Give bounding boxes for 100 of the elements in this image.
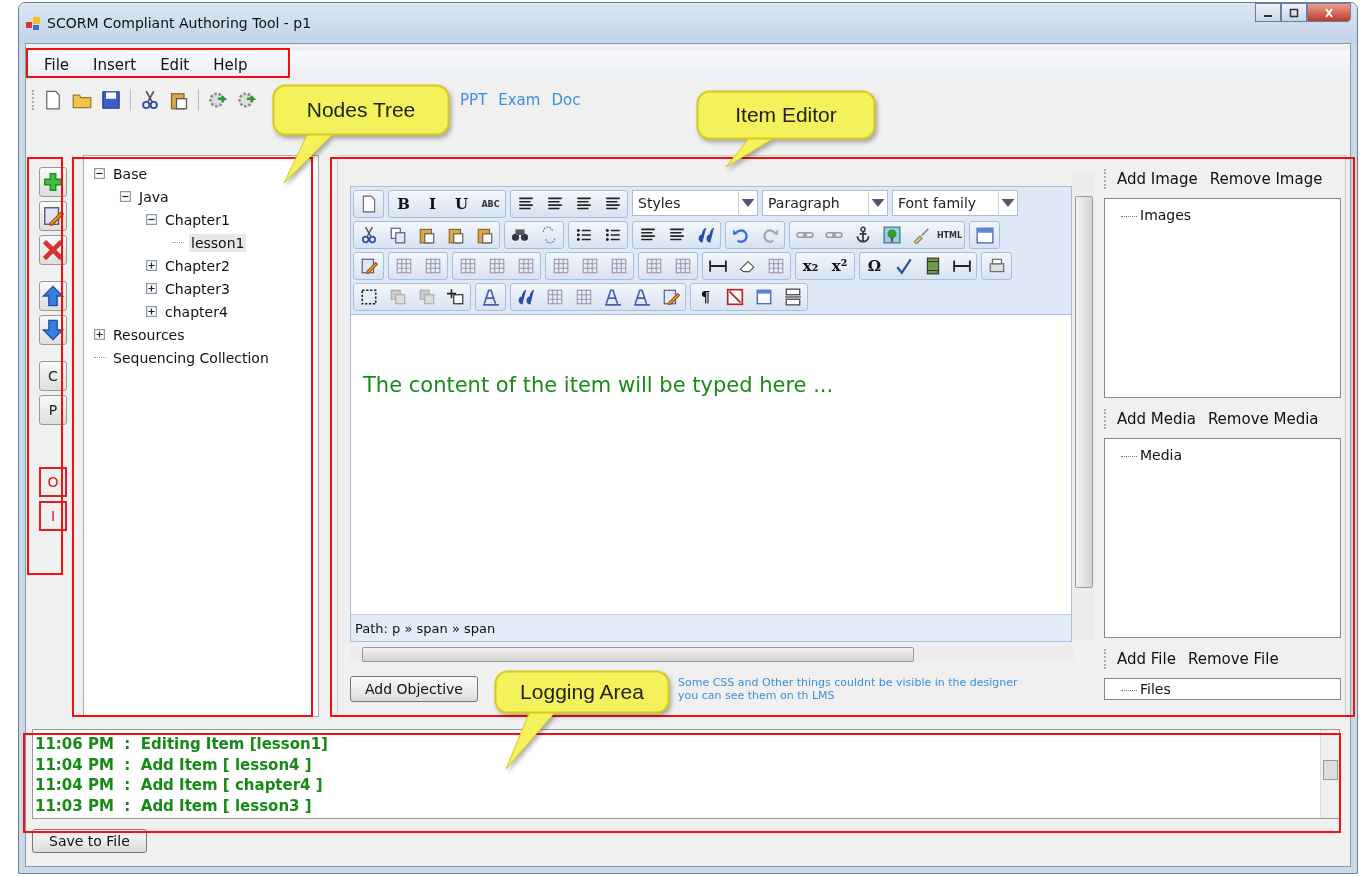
log-entry: 11:04 PM : Add Item [ chapter4 ] — [35, 775, 324, 796]
cross-icon — [42, 239, 64, 261]
close-icon — [1323, 7, 1335, 18]
designer-note: you can see them on th LMS — [677, 689, 836, 702]
dashsq-icon — [359, 288, 378, 306]
element-path: Path: p » span » span — [351, 614, 1071, 641]
quote-icon — [696, 226, 715, 244]
menu-item[interactable]: Edit — [152, 54, 198, 76]
format-button[interactable]: B — [389, 191, 418, 217]
grid-icon — [673, 257, 692, 275]
redbox-icon — [725, 288, 744, 306]
letters-icon — [481, 288, 500, 306]
format-dropdown[interactable]: Font family — [892, 190, 1018, 216]
pencil-icon — [42, 205, 64, 227]
tree-item[interactable]: Media — [1140, 447, 1183, 463]
toolbar-grip[interactable] — [1104, 409, 1109, 429]
copy-icon — [388, 226, 407, 244]
toolbar-grip[interactable] — [32, 90, 37, 110]
list-icon — [603, 226, 622, 244]
letters-icon — [603, 288, 622, 306]
expand-toggle[interactable] — [146, 283, 157, 294]
tree-item[interactable]: Images — [1140, 207, 1192, 223]
format-button[interactable]: U — [447, 191, 476, 217]
dropdown-arrow-icon — [998, 190, 1017, 216]
horizontal-scrollbar[interactable] — [350, 646, 1074, 662]
tree-item[interactable]: Java — [137, 187, 171, 206]
hline-icon — [952, 257, 971, 275]
menu-item[interactable]: Insert — [85, 54, 145, 76]
letter-button[interactable]: O — [39, 467, 67, 497]
maximize-button[interactable] — [1281, 3, 1307, 22]
move-up-button[interactable] — [39, 281, 67, 311]
plusbox-icon — [446, 288, 465, 306]
vertical-scrollbar[interactable] — [1320, 730, 1339, 818]
format-button[interactable]: ABC — [476, 191, 505, 217]
collapse-toggle[interactable] — [146, 214, 157, 225]
grid-icon — [574, 288, 593, 306]
clip-icon — [417, 226, 436, 244]
format-dropdown[interactable]: Paragraph — [762, 190, 888, 216]
delete-node-button[interactable] — [39, 235, 67, 265]
toolbar-button[interactable]: Remove Image — [1205, 168, 1327, 190]
format-button[interactable]: HTML — [935, 222, 964, 248]
brush-icon — [911, 226, 930, 244]
tree-item[interactable]: lesson1 — [189, 233, 247, 252]
editor-content[interactable]: The content of the item will be typed here ... — [351, 315, 1071, 614]
toolbar-button[interactable]: Add File — [1113, 648, 1180, 670]
vertical-scrollbar[interactable] — [1072, 172, 1094, 640]
format-button[interactable]: x² — [825, 253, 854, 279]
toolbar-grip[interactable] — [1104, 169, 1109, 189]
toolbar-button[interactable]: Add Image — [1113, 168, 1202, 190]
grid-icon — [580, 257, 599, 275]
tree-item[interactable]: Chapter2 — [163, 256, 232, 275]
dropdown-arrow-icon — [738, 190, 757, 216]
menu-item[interactable]: Help — [205, 54, 256, 76]
toolbar-button[interactable]: Remove Media — [1203, 408, 1323, 430]
tree-item[interactable]: Chapter1 — [163, 210, 232, 229]
expand-toggle[interactable] — [146, 260, 157, 271]
add-node-button[interactable] — [39, 167, 67, 197]
doc-icon — [43, 90, 63, 110]
list-icon — [574, 226, 593, 244]
tree-item[interactable]: Resources — [111, 325, 187, 344]
format-button[interactable]: x₂ — [796, 253, 825, 279]
tree-item[interactable]: chapter4 — [163, 302, 230, 321]
callout: Nodes Tree — [272, 84, 450, 184]
hline-icon — [708, 257, 727, 275]
app-icon — [25, 15, 41, 31]
save-icon — [101, 90, 121, 110]
expand-toggle[interactable] — [94, 329, 105, 340]
plus-icon — [42, 171, 64, 193]
clip-icon — [475, 226, 494, 244]
format-dropdown[interactable]: Styles — [632, 190, 758, 216]
letter-button[interactable]: I — [39, 501, 67, 531]
format-button[interactable]: Ω — [860, 253, 889, 279]
tree-item[interactable]: Chapter3 — [163, 279, 232, 298]
toolbar-button[interactable]: Add Media — [1113, 408, 1200, 430]
grid-icon — [394, 257, 413, 275]
dropdown-arrow-icon — [868, 190, 887, 216]
window-title: SCORM Compliant Authoring Tool - p1 — [47, 15, 312, 31]
add-objective-button[interactable]: Add Objective — [350, 676, 478, 702]
collapse-toggle[interactable] — [94, 168, 105, 179]
minimize-button[interactable] — [1255, 3, 1281, 22]
menu-item[interactable]: File — [36, 54, 78, 76]
save-to-file-button[interactable]: Save to File — [32, 829, 147, 853]
maximize-icon — [1288, 7, 1300, 18]
collapse-toggle[interactable] — [120, 191, 131, 202]
letter-button[interactable]: P — [39, 395, 67, 425]
pencil-icon — [359, 257, 378, 275]
format-button[interactable]: ¶ — [691, 284, 720, 310]
close-button[interactable] — [1307, 3, 1351, 22]
expand-toggle[interactable] — [146, 306, 157, 317]
format-button[interactable]: I — [418, 191, 447, 217]
tree-item[interactable]: Sequencing Collection — [111, 348, 271, 367]
callout: Item Editor — [696, 90, 876, 168]
tree-item[interactable]: Files — [1140, 681, 1171, 697]
toolbar-grip[interactable] — [1104, 649, 1109, 669]
edit-node-button[interactable] — [39, 201, 67, 231]
toolbar-button[interactable]: Remove File — [1183, 648, 1283, 670]
move-down-button[interactable] — [39, 315, 67, 345]
boxes-icon — [388, 288, 407, 306]
tree-item[interactable]: Base — [111, 164, 150, 183]
letter-button[interactable]: C — [39, 361, 67, 391]
